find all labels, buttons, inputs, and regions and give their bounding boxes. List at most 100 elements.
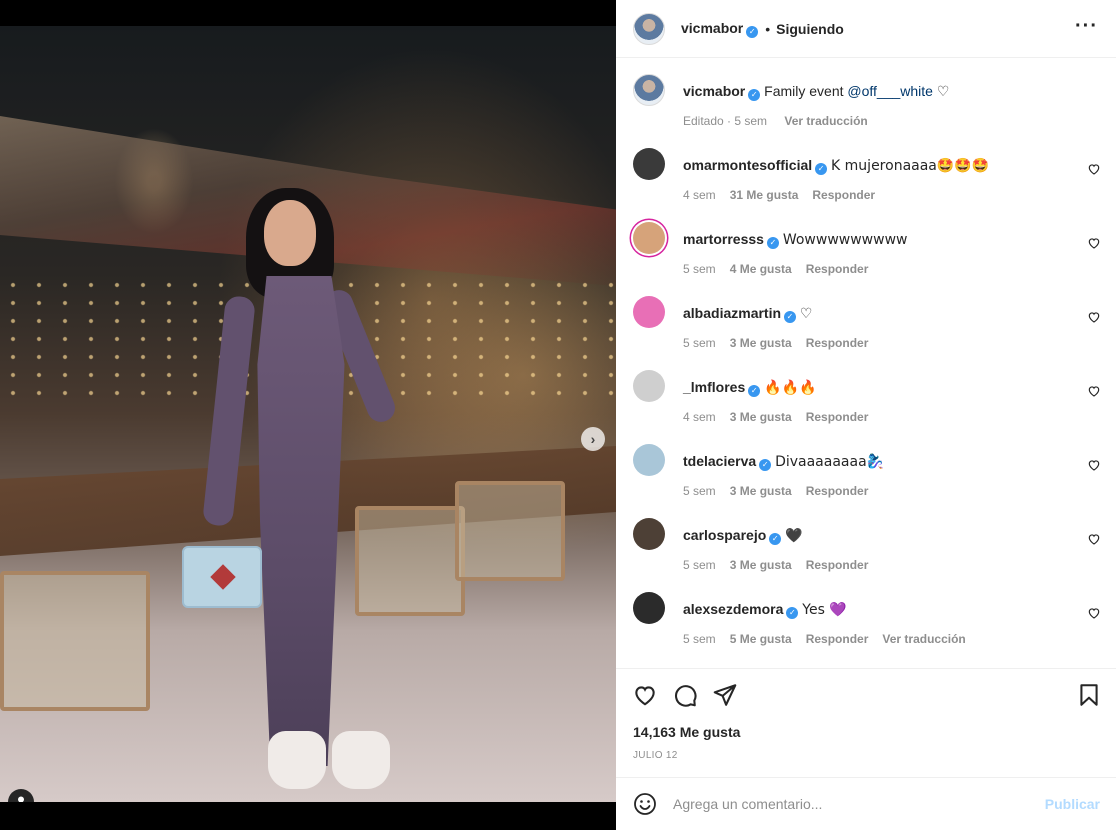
verified-icon: ✓	[748, 385, 761, 397]
comment-username[interactable]: alexsezdemora	[683, 601, 783, 617]
heart-icon[interactable]	[1087, 310, 1101, 324]
reply-link[interactable]: Responder	[806, 262, 869, 276]
comment-time[interactable]: 4 sem	[683, 188, 716, 202]
comment-likes[interactable]: 3 Me gusta	[730, 410, 792, 424]
comment-meta: 4 sem 3 Me gusta Responder	[683, 410, 882, 424]
reply-link[interactable]: Responder	[806, 336, 869, 350]
comment-meta: 5 sem 5 Me gusta Responder Ver traducción	[683, 632, 980, 646]
comment-username[interactable]: omarmontesofficial	[683, 157, 812, 173]
verified-icon: ✓	[766, 237, 779, 249]
comment-text: tdelacierva ✓ Divaaaaaaaa🧞‍♀️	[683, 452, 1063, 471]
heart-icon[interactable]	[1087, 384, 1101, 398]
action-bar	[616, 680, 1116, 710]
avatar[interactable]	[633, 444, 665, 476]
avatar[interactable]	[633, 12, 665, 45]
more-icon[interactable]: ···	[1075, 16, 1098, 36]
caption-meta: Editado · 5 sem Ver traducción	[683, 114, 882, 128]
comment-username[interactable]: tdelacierva	[683, 453, 756, 469]
comment-likes[interactable]: 3 Me gusta	[730, 484, 792, 498]
verified-icon: ✓	[746, 25, 759, 38]
heart-icon[interactable]	[1087, 606, 1101, 620]
avatar[interactable]	[633, 148, 665, 180]
next-arrow-icon[interactable]: ›	[581, 427, 605, 451]
face	[264, 200, 316, 266]
reply-link[interactable]: Responder	[806, 484, 869, 498]
avatar[interactable]	[633, 518, 665, 550]
comment-likes[interactable]: 3 Me gusta	[730, 558, 792, 572]
chair	[455, 481, 565, 581]
comment-icon[interactable]	[672, 682, 698, 708]
avatar[interactable]	[633, 74, 665, 106]
user-tag-icon[interactable]	[8, 789, 34, 802]
comment-time[interactable]: 5 sem	[683, 336, 716, 350]
comment-text: alexsezdemora ✓ Yes 💜	[683, 600, 1063, 619]
reply-link[interactable]: Responder	[806, 410, 869, 424]
comment-meta: 5 sem 3 Me gusta Responder	[683, 484, 882, 498]
comment-input[interactable]	[673, 792, 1033, 816]
handbag	[182, 546, 262, 608]
comment-text: carlosparejo ✓ 🖤	[683, 526, 1063, 545]
comment-likes[interactable]: 3 Me gusta	[730, 336, 792, 350]
avatar[interactable]	[633, 592, 665, 624]
comment-body: 🔥🔥🔥	[764, 380, 817, 396]
comment-time[interactable]: 4 sem	[683, 410, 716, 424]
following-button[interactable]: Siguiendo	[776, 21, 844, 37]
avatar[interactable]	[633, 370, 665, 402]
person-figure	[182, 176, 406, 796]
post-date[interactable]: JULIO 12	[633, 750, 678, 761]
arm	[202, 295, 256, 527]
shoe	[268, 731, 326, 789]
comment-text: omarmontesofficial ✓ K mujeronaaaa🤩🤩🤩	[683, 156, 1063, 175]
share-icon[interactable]	[712, 682, 738, 708]
likes-count[interactable]: 14,163 Me gusta	[633, 724, 740, 740]
comment-meta: 5 sem 4 Me gusta Responder	[683, 262, 882, 276]
comment-text: martorresss ✓ Wowwwwwwwww	[683, 230, 1063, 249]
emoji-icon[interactable]	[633, 792, 657, 816]
bookmark-icon[interactable]	[1076, 682, 1102, 708]
comment-body: 🖤	[785, 528, 803, 544]
verified-icon: ✓	[815, 163, 828, 175]
comment-time[interactable]: 5 sem	[683, 558, 716, 572]
comment-time[interactable]: 5 sem	[683, 262, 716, 276]
publish-button[interactable]: Publicar	[1045, 796, 1100, 812]
verified-icon: ✓	[748, 89, 761, 101]
divider	[616, 668, 1116, 669]
comment-username[interactable]: martorresss	[683, 231, 764, 247]
reply-link[interactable]: Responder	[806, 632, 869, 646]
comment-username[interactable]: carlosparejo	[683, 527, 766, 543]
reply-link[interactable]: Responder	[806, 558, 869, 572]
reply-link[interactable]: Responder	[812, 188, 875, 202]
heart-icon[interactable]	[1087, 236, 1101, 250]
heart-icon[interactable]	[1087, 458, 1101, 472]
avatar[interactable]	[633, 222, 665, 254]
caption-time[interactable]: Editado · 5 sem	[683, 114, 767, 128]
author-username[interactable]: vicmabor ✓	[681, 20, 759, 38]
chair	[0, 571, 150, 711]
comment-meta: 5 sem 3 Me gusta Responder	[683, 336, 882, 350]
comment-text: albadiazmartin ✓ ♡	[683, 304, 1063, 323]
comment-likes[interactable]: 5 Me gusta	[730, 632, 792, 646]
translate-link[interactable]: Ver traducción	[784, 114, 867, 128]
author-name[interactable]: vicmabor	[681, 20, 743, 36]
caption-mention[interactable]: @off___white	[847, 83, 933, 99]
shoe	[332, 731, 390, 789]
comment-likes[interactable]: 31 Me gusta	[730, 188, 799, 202]
heart-icon[interactable]	[1087, 162, 1101, 176]
comments-list[interactable]: vicmabor ✓ Family event @off___white ♡ Ed…	[616, 58, 1116, 668]
comment-username[interactable]: _lmflores	[683, 379, 745, 395]
comment-time[interactable]: 5 sem	[683, 484, 716, 498]
heart-icon[interactable]	[1087, 532, 1101, 546]
comment-username[interactable]: albadiazmartin	[683, 305, 781, 321]
caption-body: Family event	[764, 83, 848, 99]
caption-username[interactable]: vicmabor	[683, 83, 745, 99]
post-photo[interactable]: ›	[0, 26, 616, 802]
comment-meta: 4 sem 31 Me gusta Responder	[683, 188, 889, 202]
heart-icon[interactable]	[632, 682, 658, 708]
comment-body: Yes 💜	[802, 602, 847, 618]
comment-time[interactable]: 5 sem	[683, 632, 716, 646]
avatar[interactable]	[633, 296, 665, 328]
comment-body: ♡	[799, 306, 813, 322]
translate-link[interactable]: Ver traducción	[882, 632, 965, 646]
comment-meta: 5 sem 3 Me gusta Responder	[683, 558, 882, 572]
comment-likes[interactable]: 4 Me gusta	[730, 262, 792, 276]
